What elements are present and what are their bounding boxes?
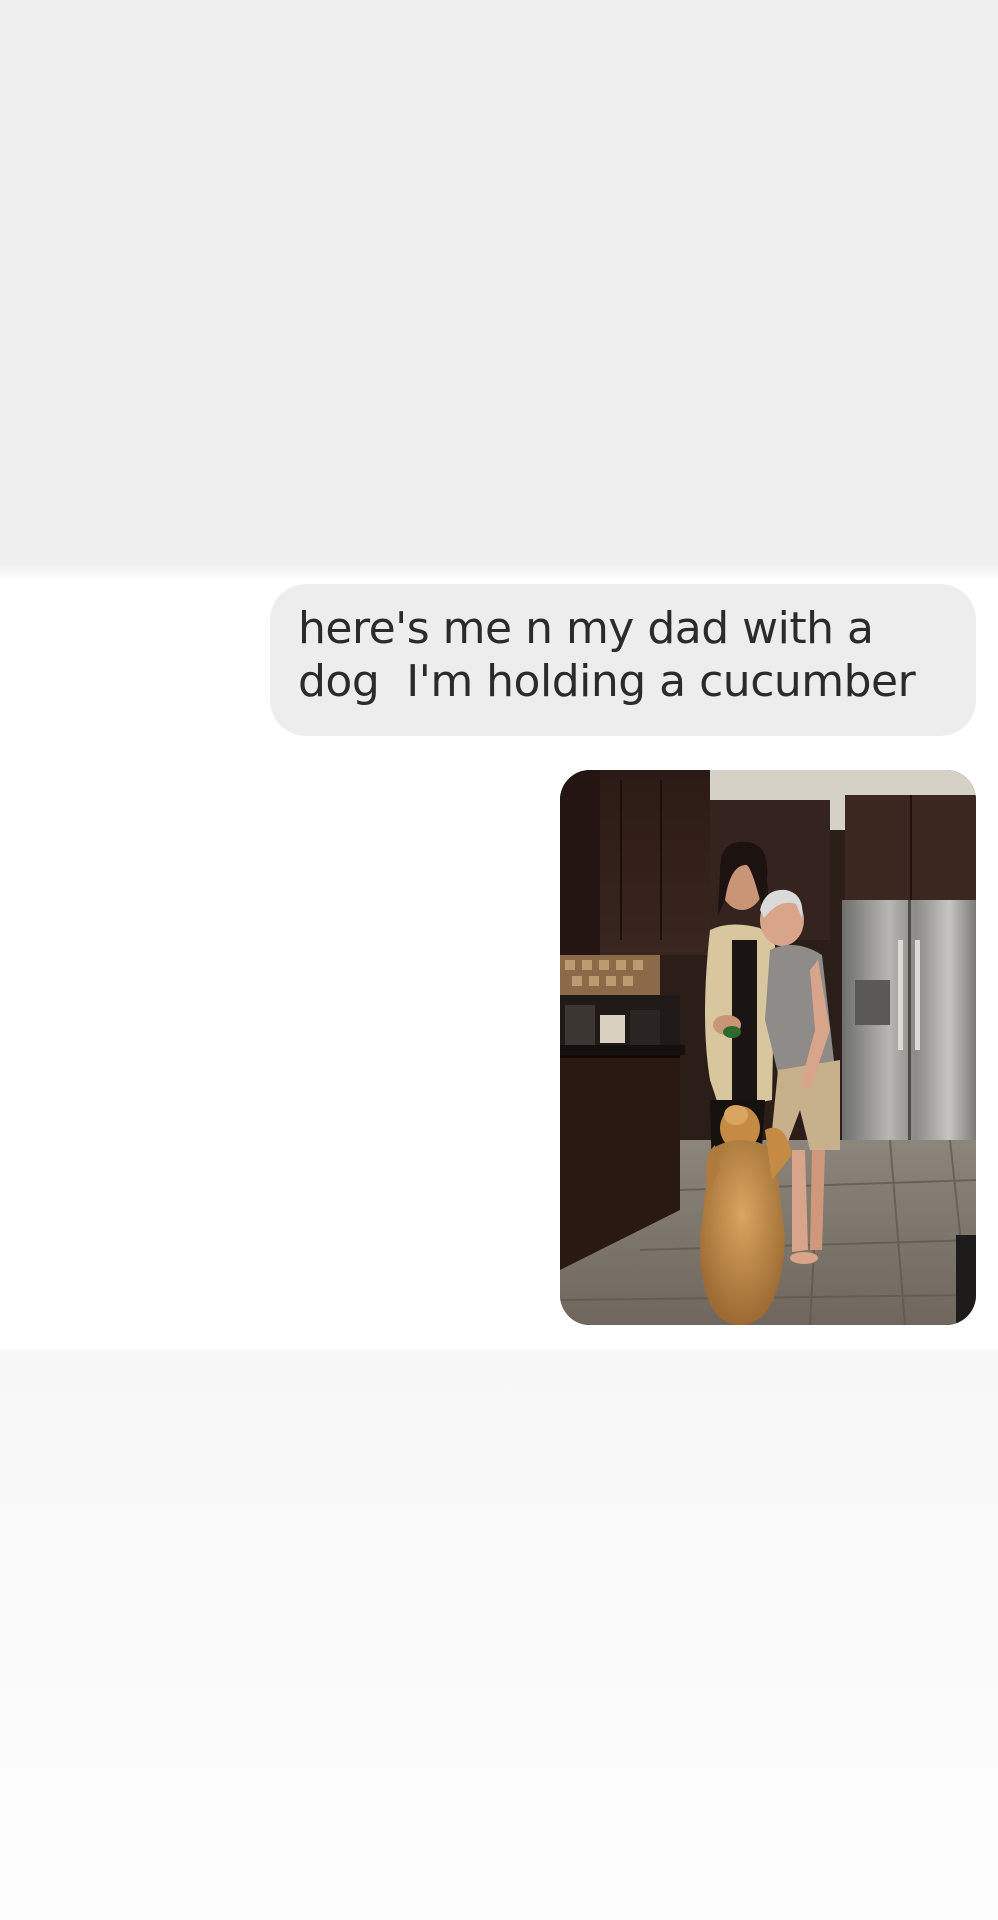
kitchen-photo-image xyxy=(560,770,976,1325)
compose-area-background xyxy=(0,1350,998,1920)
header-area xyxy=(0,0,998,572)
outgoing-photo-message[interactable] xyxy=(560,770,976,1325)
outgoing-message-bubble[interactable]: here's me n my dad with a dog I'm holdin… xyxy=(270,584,976,736)
messaging-screen: here's me n my dad with a dog I'm holdin… xyxy=(0,0,998,1920)
message-text: here's me n my dad with a dog I'm holdin… xyxy=(298,603,916,707)
header-shadow xyxy=(0,564,998,580)
